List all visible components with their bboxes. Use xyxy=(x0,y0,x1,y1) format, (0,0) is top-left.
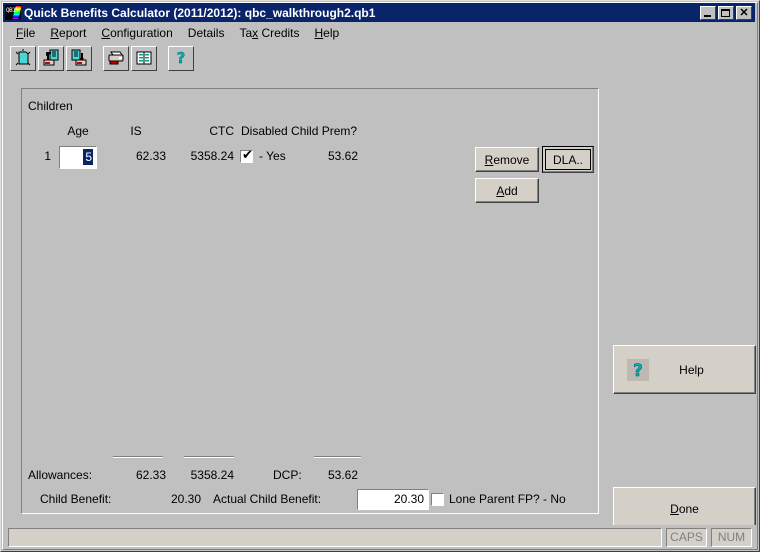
menu-item-details[interactable]: Details xyxy=(181,24,233,42)
open-document-button[interactable] xyxy=(38,45,64,71)
title-bar[interactable]: QB15 Quick Benefits Calculator (2011/201… xyxy=(3,3,755,22)
help-icon-box: ? xyxy=(626,358,650,382)
save-document-button[interactable] xyxy=(66,45,92,71)
menu-bar: File Report Configuration Details Tax Cr… xyxy=(3,23,755,42)
dcp-total-value: 53.62 xyxy=(327,468,358,482)
add-button-label: Add xyxy=(496,183,518,198)
report-book-icon xyxy=(136,51,152,65)
allowances-ctc-value: 5358.24 xyxy=(190,468,234,482)
total-separator-is xyxy=(113,456,163,458)
svg-text:?: ? xyxy=(177,49,186,67)
column-header-disabled-child-prem: Disabled Child Prem? xyxy=(241,124,358,138)
child-benefit-label: Child Benefit: xyxy=(40,492,112,506)
disabled-child-prem-checkbox-1[interactable]: ✔ xyxy=(240,148,253,163)
checkmark-icon: ✔ xyxy=(242,148,253,163)
save-document-icon xyxy=(71,49,87,66)
disabled-child-prem-label-1: - Yes xyxy=(259,149,286,163)
help-question-icon: ? xyxy=(176,49,186,67)
allowances-is-value: 62.33 xyxy=(135,468,166,482)
menu-item-report[interactable]: Report xyxy=(43,24,94,42)
dla-button[interactable]: DLA.. xyxy=(542,146,594,173)
row-is-1: 62.33 xyxy=(135,149,166,163)
toolbar-help-button[interactable]: ? xyxy=(168,45,194,71)
actual-child-benefit-input-value: 20.30 xyxy=(393,492,424,506)
status-caps-indicator: CAPS xyxy=(666,527,707,547)
add-button[interactable]: Add xyxy=(475,178,539,203)
row-ctc-1: 5358.24 xyxy=(190,149,234,163)
lone-parent-fp-label: Lone Parent FP? - No xyxy=(449,492,566,506)
allowances-label: Allowances: xyxy=(28,468,93,482)
dcp-total-label: DCP: xyxy=(273,468,302,482)
dla-button-label: DLA.. xyxy=(552,152,583,167)
minimize-icon xyxy=(704,14,711,17)
status-message-panel xyxy=(8,527,662,547)
toolbar-separator-2 xyxy=(159,58,168,59)
window-title: Quick Benefits Calculator (2011/2012): q… xyxy=(24,5,376,20)
toolbar-separator xyxy=(94,58,103,59)
children-group-label: Children xyxy=(28,99,73,113)
title-bar-buttons: ✕ xyxy=(700,5,752,20)
close-button[interactable]: ✕ xyxy=(736,5,752,20)
lone-parent-fp-checkbox[interactable] xyxy=(431,493,444,506)
menu-item-tax-credits[interactable]: Tax Credits xyxy=(232,24,307,42)
column-header-age: Age xyxy=(67,124,89,138)
remove-button[interactable]: Remove xyxy=(475,147,539,172)
total-separator-ctc xyxy=(184,456,234,458)
row-index-1: 1 xyxy=(44,149,51,163)
help-question-icon: ? xyxy=(627,358,649,381)
menu-item-configuration[interactable]: Configuration xyxy=(94,24,180,42)
actual-child-benefit-label: Actual Child Benefit: xyxy=(213,492,322,506)
age-input-1-value: 5 xyxy=(83,149,93,165)
menu-item-file[interactable]: File xyxy=(9,24,43,42)
open-document-icon xyxy=(43,49,59,66)
help-button-label: Help xyxy=(679,362,704,377)
done-button-label: Done xyxy=(670,501,699,516)
minimize-button[interactable] xyxy=(700,5,716,20)
column-header-ctc: CTC xyxy=(209,124,234,138)
actual-child-benefit-input[interactable]: 20.30 xyxy=(357,489,429,510)
report-book-button[interactable] xyxy=(131,45,157,71)
toolbar: ? xyxy=(3,42,755,74)
status-bar: CAPS NUM xyxy=(4,525,756,549)
print-icon xyxy=(108,51,124,65)
maximize-icon xyxy=(721,8,730,17)
remove-button-label: Remove xyxy=(484,152,530,167)
application-window: QB15 Quick Benefits Calculator (2011/201… xyxy=(0,0,760,552)
svg-text:?: ? xyxy=(633,361,643,381)
help-button[interactable]: ? Help xyxy=(613,345,756,394)
row-dcp-amount-1: 53.62 xyxy=(327,149,358,163)
age-input-1[interactable]: 5 xyxy=(59,146,97,169)
done-button[interactable]: Done xyxy=(613,487,756,530)
app-icon: QB15 xyxy=(5,5,21,20)
column-header-is: IS xyxy=(130,124,142,138)
print-button[interactable] xyxy=(103,45,129,71)
total-separator-dcp xyxy=(314,456,361,458)
help-button-content: ? Help xyxy=(614,346,755,393)
menu-item-help[interactable]: Help xyxy=(308,24,348,42)
new-document-icon xyxy=(15,49,31,66)
maximize-button[interactable] xyxy=(718,5,734,20)
app-icon-label: QB15 xyxy=(6,7,19,14)
close-icon: ✕ xyxy=(739,6,749,19)
status-num-indicator: NUM xyxy=(711,527,752,547)
child-benefit-value: 20.30 xyxy=(170,492,201,506)
new-document-button[interactable] xyxy=(10,45,36,71)
